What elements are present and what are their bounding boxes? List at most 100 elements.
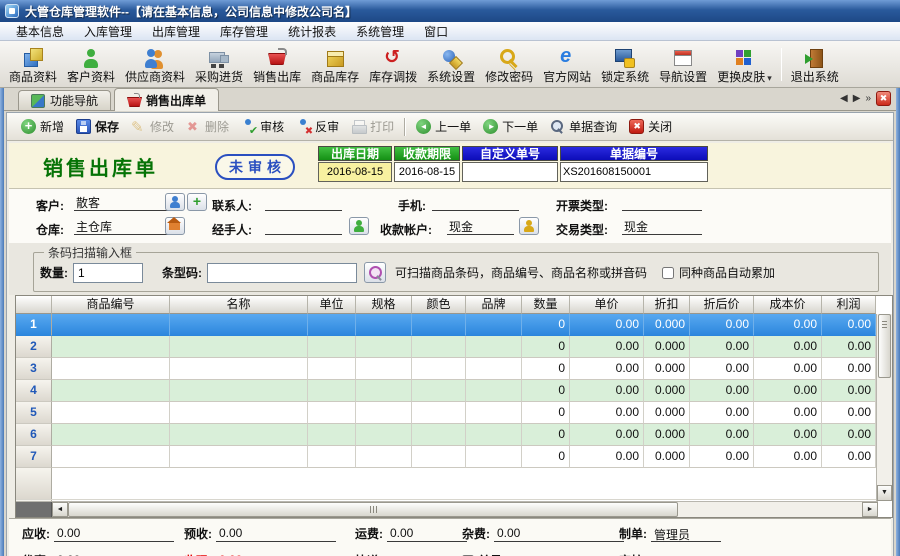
toolbar-button-settings[interactable]: 系统设置 — [422, 43, 480, 86]
grid-cell[interactable] — [170, 358, 308, 380]
table-row[interactable]: 3 0 0.00 0.000 0.00 0.00 0.00 — [16, 358, 876, 380]
grid-cell[interactable] — [308, 402, 356, 424]
grid-cell[interactable] — [52, 402, 170, 424]
previous-order-button[interactable]: 上一单 — [410, 115, 477, 138]
grid-cell[interactable]: 0.00 — [690, 402, 754, 424]
toolbar-button-exit[interactable]: 退出系统 — [786, 43, 844, 86]
toolbar-button-nav-settings[interactable]: 导航设置 — [654, 43, 712, 86]
grid-cell[interactable]: 0.00 — [822, 314, 876, 336]
grid-cell[interactable] — [170, 402, 308, 424]
grid-cell[interactable]: 0.00 — [570, 314, 644, 336]
grid-cell[interactable] — [466, 358, 522, 380]
grid-cell[interactable] — [170, 446, 308, 468]
grid-cell[interactable] — [466, 314, 522, 336]
toolbar-button-password[interactable]: 修改密码 — [480, 43, 538, 86]
grid-cell[interactable] — [308, 446, 356, 468]
scroll-right-button[interactable]: ► — [862, 502, 878, 517]
grid-cell[interactable] — [308, 380, 356, 402]
menu-item-inventory[interactable]: 库存管理 — [210, 22, 278, 41]
misc-fee-value[interactable]: 0.00 — [494, 526, 624, 542]
column-header-spec[interactable]: 规格 — [356, 296, 412, 314]
document-number-input[interactable] — [560, 162, 708, 182]
grid-cell[interactable]: 0 — [522, 358, 570, 380]
grid-cell[interactable]: 0.00 — [690, 358, 754, 380]
mobile-value[interactable] — [432, 194, 519, 211]
customer-value[interactable]: 散客 — [74, 194, 169, 211]
menu-item-reports[interactable]: 统计报表 — [278, 22, 346, 41]
grid-cell[interactable] — [412, 336, 466, 358]
grid-cell[interactable]: 0.00 — [690, 446, 754, 468]
grid-cell[interactable] — [466, 424, 522, 446]
trade-type-value[interactable]: 现金 — [622, 218, 702, 235]
grid-cell[interactable]: 0.00 — [822, 424, 876, 446]
grid-cell[interactable]: 0.00 — [570, 446, 644, 468]
print-button[interactable]: 打印 — [345, 115, 400, 138]
grid-cell[interactable] — [308, 358, 356, 380]
column-header-color[interactable]: 颜色 — [412, 296, 466, 314]
column-header-discounted-price[interactable]: 折后价 — [690, 296, 754, 314]
grid-cell[interactable]: 0.00 — [570, 336, 644, 358]
column-header-profit[interactable]: 利润 — [822, 296, 876, 314]
tab-scroll-right-icon[interactable]: ▶ — [853, 93, 861, 105]
table-row[interactable]: 1 0 0.00 0.000 0.00 0.00 0.00 — [16, 314, 876, 336]
custom-number-input[interactable] — [462, 162, 558, 182]
grid-cell[interactable] — [356, 424, 412, 446]
grid-cell[interactable]: 0.000 — [644, 446, 690, 468]
grid-cell[interactable]: 0.00 — [690, 380, 754, 402]
grid-cell[interactable] — [52, 380, 170, 402]
toolbar-button-customers[interactable]: 客户资料 — [62, 43, 120, 86]
tab-more-icon[interactable]: » — [865, 93, 871, 105]
toolbar-button-transfer[interactable]: 库存调拨 — [364, 43, 422, 86]
grid-cell[interactable]: 0.00 — [690, 314, 754, 336]
column-header-discount[interactable]: 折扣 — [644, 296, 690, 314]
grid-cell[interactable] — [170, 380, 308, 402]
grid-cell[interactable]: 0.00 — [754, 402, 822, 424]
grid-cell[interactable] — [308, 314, 356, 336]
account-value[interactable]: 现金 — [447, 218, 514, 235]
grid-cell[interactable]: 0.00 — [570, 358, 644, 380]
grid-cell[interactable]: 0.00 — [822, 380, 876, 402]
warehouse-value[interactable]: 主仓库 — [74, 218, 169, 235]
audit-button[interactable]: 审核 — [235, 115, 290, 138]
qty-input[interactable] — [73, 262, 143, 283]
scrollbar-thumb[interactable] — [878, 314, 891, 378]
grid-cell[interactable]: 0.000 — [644, 314, 690, 336]
toolbar-button-inventory[interactable]: 商品库存 — [306, 43, 364, 86]
table-row[interactable]: 7 0 0.00 0.000 0.00 0.00 0.00 — [16, 446, 876, 468]
grid-cell[interactable]: 0.00 — [690, 336, 754, 358]
handler-value[interactable] — [265, 218, 342, 235]
grid-cell[interactable]: 0.00 — [754, 380, 822, 402]
grid-cell[interactable]: 0.00 — [570, 424, 644, 446]
grid-cell[interactable]: 0.00 — [570, 402, 644, 424]
grid-cell[interactable]: 0.00 — [754, 336, 822, 358]
table-row[interactable]: 6 0 0.00 0.000 0.00 0.00 0.00 — [16, 424, 876, 446]
grid-cell[interactable] — [308, 424, 356, 446]
account-lookup-button[interactable] — [519, 217, 539, 235]
order-query-button[interactable]: 单据查询 — [544, 115, 623, 138]
grid-cell[interactable] — [170, 336, 308, 358]
grid-cell[interactable]: 0.000 — [644, 380, 690, 402]
grid-cell[interactable]: 0 — [522, 446, 570, 468]
autosum-checkbox[interactable] — [662, 266, 675, 279]
table-row[interactable]: 2 0 0.00 0.000 0.00 0.00 0.00 — [16, 336, 876, 358]
tab-sales-order[interactable]: 销售出库单 — [114, 88, 220, 111]
grid-cell[interactable] — [52, 358, 170, 380]
due-date-input[interactable] — [394, 162, 460, 182]
menu-item-inbound[interactable]: 入库管理 — [74, 22, 142, 41]
barcode-input[interactable] — [207, 262, 357, 283]
prepaid-value[interactable]: 0.00 — [216, 526, 336, 542]
grid-cell[interactable] — [356, 358, 412, 380]
column-header-cost[interactable]: 成本价 — [754, 296, 822, 314]
grid-cell[interactable] — [52, 446, 170, 468]
table-row[interactable]: 5 0 0.00 0.000 0.00 0.00 0.00 — [16, 402, 876, 424]
warehouse-lookup-button[interactable] — [165, 217, 185, 235]
vertical-scrollbar[interactable]: ▼ — [876, 314, 892, 501]
column-header-unit[interactable]: 单位 — [308, 296, 356, 314]
save-button[interactable]: 保存 — [70, 115, 125, 138]
grid-cell[interactable] — [170, 424, 308, 446]
modify-button[interactable]: 修改 — [125, 115, 180, 138]
column-header-qty[interactable]: 数量 — [522, 296, 570, 314]
grid-cell[interactable]: 0.00 — [822, 358, 876, 380]
grid-cell[interactable]: 0.000 — [644, 424, 690, 446]
grid-cell[interactable]: 0 — [522, 402, 570, 424]
